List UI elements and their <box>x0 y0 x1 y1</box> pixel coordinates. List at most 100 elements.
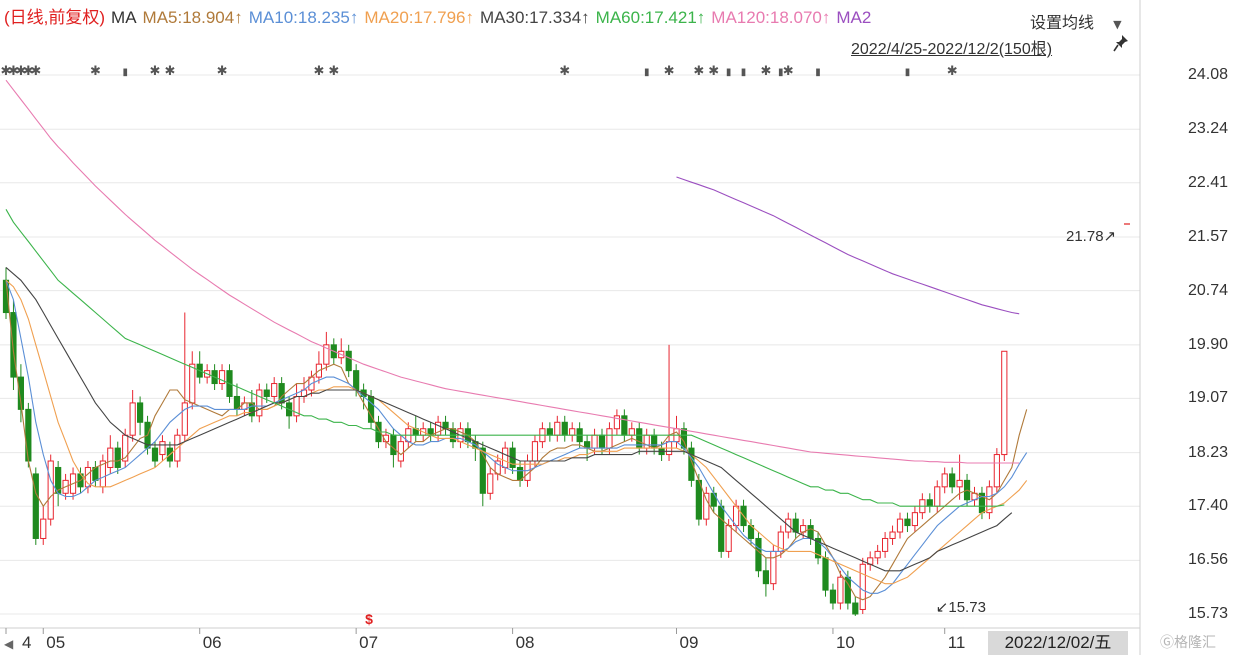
ma-settings-dropdown[interactable]: 设置均线 ▼ <box>1030 9 1122 33</box>
candle[interactable] <box>137 396 144 436</box>
event-marker[interactable]: ✱ <box>708 64 719 79</box>
candle[interactable] <box>814 532 822 565</box>
candle[interactable] <box>993 448 1000 494</box>
candle-body-up <box>271 383 278 397</box>
event-marker[interactable]: ✱ <box>30 64 41 79</box>
candle[interactable] <box>874 544 881 565</box>
pin-icon[interactable] <box>1113 34 1129 52</box>
event-marker[interactable]: ✱ <box>664 64 675 79</box>
candle[interactable] <box>569 422 576 442</box>
candle[interactable] <box>852 596 859 616</box>
candle[interactable] <box>256 383 263 423</box>
candle[interactable] <box>792 512 799 539</box>
candle[interactable] <box>107 435 114 474</box>
event-marker[interactable]: ▮ <box>905 67 911 78</box>
candle[interactable] <box>889 525 896 545</box>
scroll-left-icon[interactable]: ◀ <box>4 637 13 651</box>
candle[interactable] <box>32 467 39 545</box>
candle[interactable] <box>949 467 956 494</box>
candle[interactable] <box>703 486 710 526</box>
candle[interactable] <box>151 441 159 468</box>
candle[interactable] <box>338 338 345 365</box>
candle-body-down <box>621 415 628 436</box>
candle[interactable] <box>427 422 434 442</box>
candle[interactable] <box>651 428 658 455</box>
candle[interactable] <box>829 583 837 610</box>
event-marker[interactable]: ▮ <box>815 67 821 78</box>
candle-body-up <box>397 441 404 462</box>
candle[interactable] <box>442 415 449 436</box>
event-marker[interactable]: ▮ <box>644 67 650 78</box>
candle[interactable] <box>561 415 568 442</box>
candle[interactable] <box>807 519 814 545</box>
candle[interactable] <box>323 331 330 371</box>
candle[interactable] <box>926 493 933 513</box>
candle[interactable] <box>181 312 188 442</box>
candle[interactable] <box>278 377 285 410</box>
event-marker[interactable]: ✱ <box>217 64 228 79</box>
candle-body-down <box>904 518 911 527</box>
candle[interactable] <box>189 351 196 410</box>
candle[interactable] <box>934 480 941 513</box>
event-marker[interactable]: ✱ <box>760 64 771 79</box>
candle[interactable] <box>10 299 17 391</box>
candle[interactable] <box>971 486 978 507</box>
candle[interactable] <box>92 461 99 487</box>
candle[interactable] <box>636 422 643 455</box>
event-marker[interactable]: ✱ <box>783 64 794 79</box>
event-marker[interactable]: ✱ <box>150 64 161 79</box>
candle[interactable] <box>762 557 769 597</box>
candle[interactable] <box>516 461 524 487</box>
candle[interactable] <box>196 351 203 384</box>
candle[interactable] <box>218 364 226 391</box>
candle[interactable] <box>882 532 889 558</box>
candle[interactable] <box>487 467 494 500</box>
candlestick-chart[interactable]: ✱✱✱✱✱ ✱ ▮ ✱ ✱ ✱ ✱ ✱ ✱ ▮ ✱ ✱ ✱ ▮ ▮ ✱ ▮ ✱ ▮ ▮ ✱ <box>0 0 1240 655</box>
event-marker[interactable]: ✱ <box>559 64 570 79</box>
candle[interactable] <box>271 377 278 403</box>
candle[interactable] <box>397 435 404 468</box>
candle[interactable] <box>47 454 54 526</box>
candle[interactable] <box>621 409 628 442</box>
candle[interactable] <box>911 506 918 533</box>
candle[interactable] <box>867 551 874 571</box>
candle[interactable] <box>233 383 241 416</box>
candle[interactable] <box>896 512 904 539</box>
candle[interactable] <box>502 441 509 474</box>
candle[interactable] <box>941 467 948 494</box>
event-marker[interactable]: ✱ <box>947 64 958 79</box>
event-marker[interactable]: ▮ <box>122 67 128 78</box>
candle[interactable] <box>293 383 300 423</box>
event-marker[interactable]: ▮ <box>726 67 732 78</box>
event-marker[interactable]: ✱ <box>90 64 101 79</box>
candle[interactable] <box>531 435 539 468</box>
candle[interactable] <box>286 396 293 429</box>
candle[interactable] <box>665 344 673 462</box>
event-marker[interactable]: ✱ <box>313 64 324 79</box>
candle-body-down <box>949 473 956 488</box>
candle[interactable] <box>859 557 866 614</box>
event-marker[interactable]: ✱ <box>164 64 175 79</box>
candle[interactable] <box>1001 350 1008 462</box>
candle[interactable] <box>55 461 62 507</box>
candle[interactable] <box>40 506 47 545</box>
candle[interactable] <box>99 454 106 494</box>
candle[interactable] <box>606 422 613 455</box>
event-marker[interactable]: ✱ <box>693 64 704 79</box>
candle[interactable] <box>613 409 620 436</box>
event-marker[interactable]: ✱ <box>328 64 339 79</box>
candle[interactable] <box>114 441 121 474</box>
candle[interactable] <box>554 415 561 442</box>
candle[interactable] <box>159 435 166 462</box>
candle[interactable] <box>546 422 553 442</box>
dividend-marker[interactable]: $ <box>365 611 373 627</box>
candle[interactable] <box>643 428 650 455</box>
x-tick-label: 08 <box>515 633 535 652</box>
candle[interactable] <box>315 351 322 384</box>
high-price-annotation: 21.78↗ <box>1066 227 1116 245</box>
candle[interactable] <box>345 344 352 378</box>
candle[interactable] <box>904 512 911 533</box>
candle[interactable] <box>755 532 762 578</box>
event-marker[interactable]: ▮ <box>741 67 747 78</box>
candle[interactable] <box>129 390 136 442</box>
